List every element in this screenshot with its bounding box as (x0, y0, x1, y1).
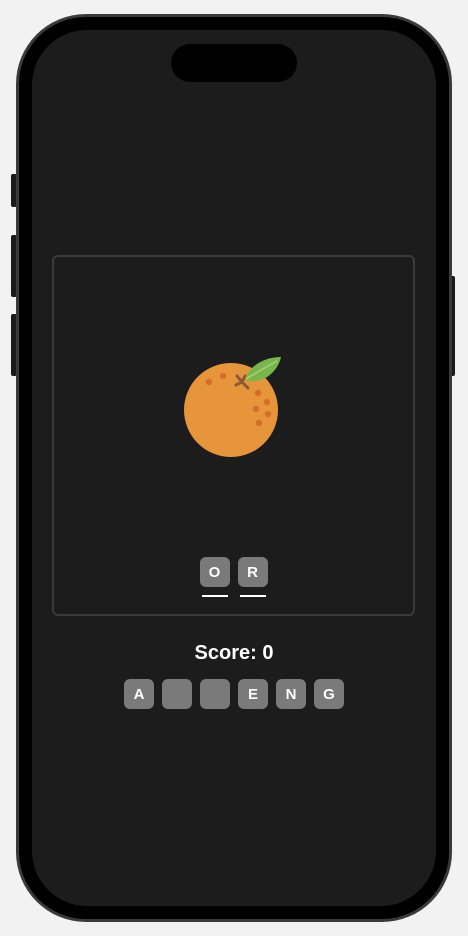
answer-letter-tile[interactable]: O (199, 557, 230, 587)
orange-icon (184, 357, 281, 457)
game-card: O R (52, 255, 415, 616)
letter-tile[interactable] (200, 679, 230, 709)
letter-tile[interactable] (162, 679, 192, 709)
phone-bezel: O R Score: 0 A E N G (19, 17, 449, 919)
answer-letter-tile[interactable]: R (237, 557, 268, 587)
phone-frame: O R Score: 0 A E N G (16, 14, 452, 922)
dynamic-island (171, 44, 297, 82)
letter-tile[interactable]: A (124, 679, 154, 709)
letter-tiles: A E N G (32, 679, 436, 709)
answer-underline (201, 595, 228, 597)
letter-tile[interactable]: E (238, 679, 268, 709)
letter-tile[interactable]: G (314, 679, 344, 709)
score-label: Score: 0 (194, 642, 274, 664)
app-screen: O R Score: 0 A E N G (32, 30, 436, 906)
answer-slots: O R (54, 557, 413, 597)
answer-slot: O (199, 557, 230, 597)
answer-underline (239, 595, 266, 597)
device-mockup: O R Score: 0 A E N G (0, 0, 468, 936)
letter-tile[interactable]: N (276, 679, 306, 709)
answer-slot: R (237, 557, 268, 597)
